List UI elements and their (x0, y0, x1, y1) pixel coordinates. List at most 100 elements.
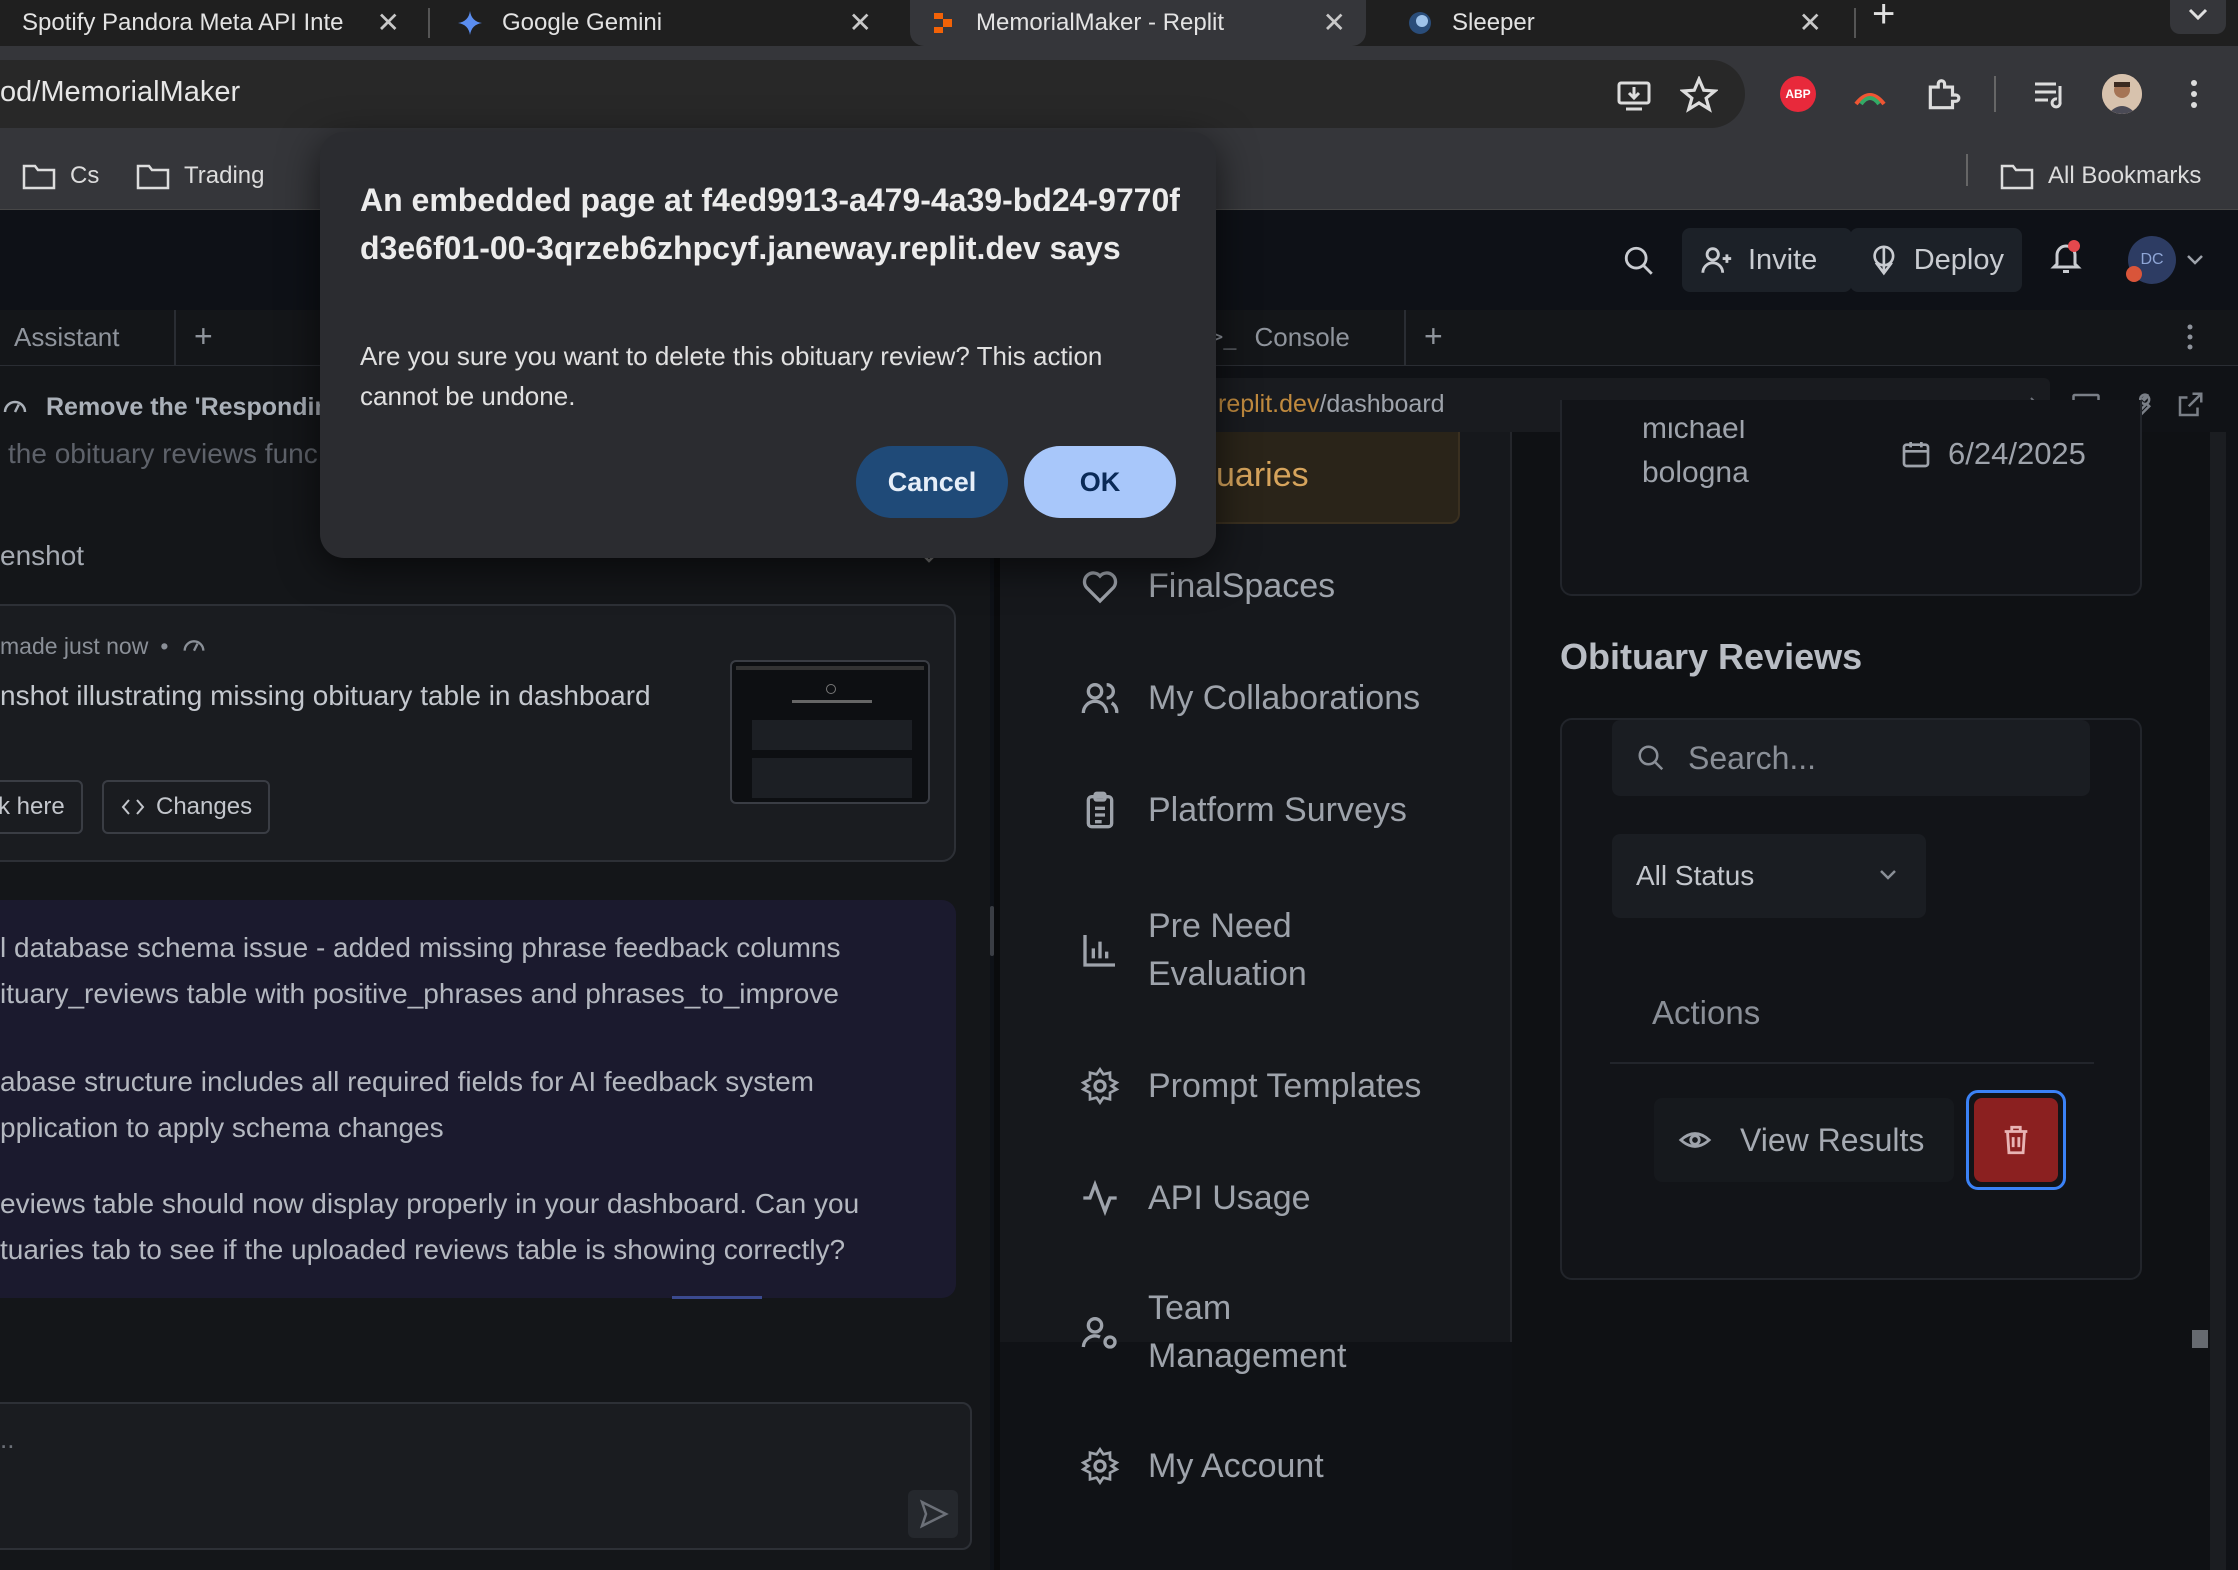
profile-avatar[interactable] (2102, 74, 2142, 114)
view-results-button[interactable]: View Results (1654, 1098, 1954, 1182)
faded-text: the obituary reviews func (8, 438, 318, 469)
message-line: abase structure includes all required fi… (0, 1066, 814, 1097)
message-line: pplication to apply schema changes (0, 1112, 444, 1143)
browser-tab[interactable]: Spotify Pandora Meta API Inte ✕ (0, 0, 420, 46)
chevron-down-icon (2188, 8, 2208, 21)
folder-icon (22, 164, 56, 190)
deploy-button[interactable]: Deploy (1850, 228, 2022, 292)
gear-icon (1080, 1066, 1120, 1106)
close-icon[interactable]: ✕ (849, 6, 872, 39)
sidebar-item-collaborations[interactable]: My Collaborations (1080, 678, 1420, 718)
eye-icon (1678, 1132, 1712, 1148)
sidebar-item-api-usage[interactable]: API Usage (1080, 1178, 1311, 1218)
screenshot-thumbnail[interactable] (730, 660, 930, 804)
tab-console[interactable]: >_ Console (1210, 322, 1350, 353)
toolbar-divider (1994, 76, 1996, 112)
users-icon (1081, 683, 1119, 714)
close-icon[interactable]: ✕ (1799, 6, 1822, 39)
chevron-down-icon (1880, 870, 1896, 880)
ok-button[interactable]: OK (1024, 446, 1176, 518)
browser-tab-strip: Spotify Pandora Meta API Inte ✕ Google G… (0, 0, 2238, 46)
chat-input[interactable] (0, 1402, 972, 1550)
browser-tab[interactable]: Google Gemini ✕ (436, 0, 892, 46)
folder-icon (2000, 164, 2034, 190)
more-vertical-icon[interactable] (2180, 320, 2200, 354)
delete-button[interactable] (1966, 1090, 2066, 1190)
message-line: eviews table should now display properly… (0, 1188, 860, 1219)
bookmark-folder[interactable]: Cs (22, 156, 99, 196)
search-input[interactable]: Search... (1612, 720, 2090, 796)
clipboard-icon (1086, 791, 1114, 829)
invite-button[interactable]: Invite (1682, 228, 1852, 292)
install-app-icon[interactable] (1616, 78, 1652, 114)
tab-title: MemorialMaker - Replit (976, 9, 1225, 36)
tab-search-button[interactable] (2170, 0, 2226, 34)
open-external-icon[interactable] (2174, 390, 2206, 420)
new-tab-icon[interactable]: + (1872, 0, 1895, 37)
user-plus-icon (1701, 247, 1732, 273)
sidebar-item-finalspaces[interactable]: FinalSpaces (1080, 566, 1335, 606)
person-photo-icon (2102, 74, 2142, 114)
section-title: Obituary Reviews (1560, 636, 1863, 677)
message-line: l database schema issue - added missing … (0, 932, 841, 963)
calendar-icon (1902, 442, 1930, 468)
sidebar-item-my-account[interactable]: My Account (1080, 1446, 1324, 1486)
thumbnail-panel (752, 720, 912, 750)
scrollbar[interactable] (2210, 432, 2226, 1570)
checkpoint-icon (3, 400, 27, 413)
tab-title: Sleeper (1452, 9, 1535, 36)
search-icon[interactable] (1622, 244, 1656, 278)
message-line: tuaries tab to see if the uploaded revie… (0, 1234, 846, 1265)
extensions-puzzle-icon[interactable] (1924, 76, 1962, 114)
thumbnail-panel (752, 758, 912, 798)
tab-assistant[interactable]: Assistant (14, 322, 120, 353)
webview-url[interactable]: replit.dev/dashboard (1218, 390, 1445, 419)
browser-tab[interactable]: Sleeper ✕ (1386, 0, 1842, 46)
changes-button[interactable]: Changes (102, 780, 271, 834)
thumbnail-line (792, 700, 872, 703)
tab-divider (174, 310, 176, 366)
rainbow-extension-icon[interactable] (1852, 84, 1888, 108)
bookmark-star-icon[interactable] (1680, 76, 1718, 114)
cancel-button[interactable]: Cancel (856, 446, 1008, 518)
chevron-down-icon[interactable] (2184, 250, 2206, 270)
scroll-indicator (672, 1296, 762, 1299)
send-button[interactable] (908, 1490, 958, 1538)
address-url[interactable]: od/MemorialMaker (0, 76, 240, 109)
tab-title: Spotify Pandora Meta API Inte (22, 9, 344, 36)
sidebar-item-surveys[interactable]: Platform Surveys (1080, 790, 1407, 830)
close-icon[interactable]: ✕ (1323, 6, 1346, 39)
checkpoint-banner[interactable]: Remove the 'Responding (0, 392, 345, 422)
send-icon (919, 1499, 949, 1529)
add-tab-icon[interactable]: + (194, 318, 213, 355)
close-icon[interactable]: ✕ (377, 6, 400, 39)
status-filter-select[interactable]: All Status (1612, 834, 1926, 918)
all-bookmarks[interactable]: All Bookmarks (2000, 156, 2201, 196)
add-tab-icon[interactable]: + (1424, 318, 1443, 355)
notification-dot (2068, 240, 2080, 252)
code-icon (121, 799, 145, 815)
sleeper-icon (1409, 12, 1431, 34)
actions-column-header: Actions (1652, 994, 1761, 1031)
sidebar-item-team-management[interactable]: Team Management (1080, 1284, 1388, 1380)
adblock-extension-icon[interactable]: ABP (1780, 76, 1816, 112)
dialog-title: An embedded page at f4ed9913-a479-4a39-b… (360, 182, 1180, 266)
scrollbar-thumb[interactable] (2192, 1330, 2208, 1348)
bookmarks-divider (1966, 154, 1968, 186)
bookmark-folder[interactable]: Trading (136, 156, 264, 196)
sidebar-item-preneed[interactable]: Pre Need Evaluation (1080, 902, 1338, 998)
browser-menu-icon[interactable] (2180, 76, 2208, 112)
card-name-partial: michael (1642, 420, 1746, 442)
reviews-panel (1560, 718, 2142, 1280)
click-here-button[interactable]: k here (0, 780, 83, 834)
address-bar[interactable] (0, 60, 1745, 128)
screenshot-section-header[interactable]: enshot (0, 540, 84, 572)
checkpoint-icon (183, 640, 205, 652)
media-queue-icon[interactable] (2032, 78, 2068, 112)
sidebar-item-prompt-templates[interactable]: Prompt Templates (1080, 1066, 1421, 1106)
tab-title: Google Gemini (502, 9, 663, 36)
replit-icon (934, 13, 952, 33)
heart-icon (1082, 571, 1118, 604)
table-divider (1610, 1062, 2094, 1064)
browser-tab-active[interactable]: MemorialMaker - Replit ✕ (910, 0, 1366, 46)
